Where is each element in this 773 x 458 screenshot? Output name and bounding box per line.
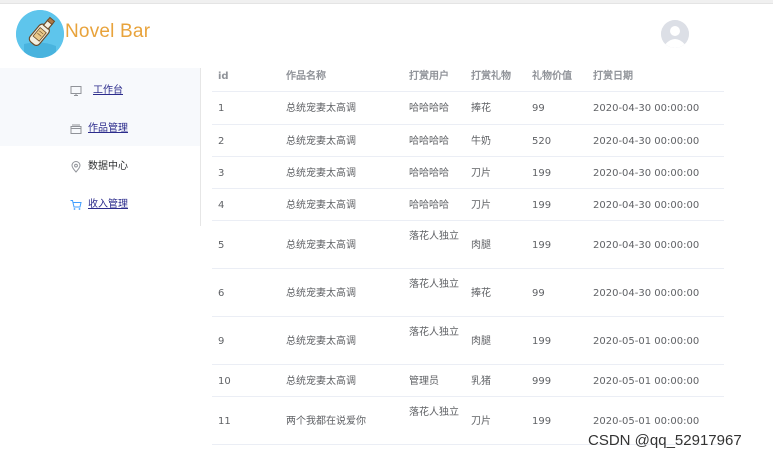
cell-work-name: 总统宠妻太高调 <box>286 168 356 179</box>
sidebar-item-label: 数据中心 <box>88 161 128 172</box>
cell-date: 2020-04-30 00:00:00 <box>593 200 700 211</box>
cell-gift-value: 199 <box>532 336 552 347</box>
cell-gift: 肉腿 <box>471 336 491 347</box>
cell-gift: 肉腿 <box>471 240 491 251</box>
cell-work-name: 总统宠妻太高调 <box>286 376 356 387</box>
cell-date: 2020-04-30 00:00:00 <box>593 288 700 299</box>
cell-gift: 刀片 <box>471 200 491 211</box>
sidebar-item-works[interactable]: 作品管理 <box>0 109 200 147</box>
cell-id: 11 <box>218 416 231 427</box>
column-header-work-name[interactable]: 作品名称 <box>286 71 326 83</box>
column-header-gift-value[interactable]: 礼物价值 <box>532 71 572 83</box>
table-row[interactable]: 5 总统宠妻太高调 落花人独立 肉腿 199 2020-04-30 00:00:… <box>212 221 724 269</box>
cell-gift-value: 199 <box>532 168 552 179</box>
cell-work-name: 总统宠妻太高调 <box>286 200 356 211</box>
cell-gift-value: 99 <box>532 103 545 114</box>
column-header-gift[interactable]: 打赏礼物 <box>471 71 511 83</box>
cell-date: 2020-04-30 00:00:00 <box>593 240 700 251</box>
cell-id: 5 <box>218 240 225 251</box>
cell-date: 2020-04-30 00:00:00 <box>593 103 700 114</box>
cell-user: 哈哈哈哈 <box>409 136 449 147</box>
cell-gift: 乳猪 <box>471 376 491 387</box>
sidebar-item-label: 作品管理 <box>88 123 128 134</box>
cell-user: 哈哈哈哈 <box>409 200 449 211</box>
cell-date: 2020-04-30 00:00:00 <box>593 136 700 147</box>
cell-work-name: 总统宠妻太高调 <box>286 103 356 114</box>
cell-gift-value: 199 <box>532 416 552 427</box>
cell-user: 管理员 <box>409 376 439 387</box>
cell-work-name: 总统宠妻太高调 <box>286 288 356 299</box>
cell-user: 落花人独立 <box>409 407 459 418</box>
cell-id: 10 <box>218 376 231 387</box>
table-row[interactable]: 1 总统宠妻太高调 哈哈哈哈 捧花 99 2020-04-30 00:00:00 <box>212 92 724 125</box>
cell-gift-value: 999 <box>532 376 552 387</box>
cell-gift: 刀片 <box>471 168 491 179</box>
sidebar: 工作台 作品管理 数据中心 收入管理 <box>0 68 201 226</box>
cell-user: 落花人独立 <box>409 279 459 290</box>
table-row[interactable]: 6 总统宠妻太高调 落花人独立 捧花 99 2020-04-30 00:00:0… <box>212 269 724 317</box>
bottle-logo-icon[interactable] <box>16 10 64 58</box>
sidebar-item-label: 收入管理 <box>88 199 128 210</box>
sidebar-item-workbench[interactable]: 工作台 <box>0 71 200 109</box>
table-row[interactable]: 10 总统宠妻太高调 管理员 乳猪 999 2020-05-01 00:00:0… <box>212 365 724 397</box>
cell-work-name: 两个我都在说爱你 <box>286 416 366 427</box>
watermark: CSDN @qq_52917967 <box>588 432 742 449</box>
cell-id: 1 <box>218 103 225 114</box>
cell-date: 2020-05-01 00:00:00 <box>593 376 700 387</box>
cell-date: 2020-05-01 00:00:00 <box>593 416 700 427</box>
cell-gift: 刀片 <box>471 416 491 427</box>
folder-icon <box>70 123 82 135</box>
cell-gift-value: 199 <box>532 200 552 211</box>
cell-gift: 牛奶 <box>471 136 491 147</box>
table-header: id 作品名称 打赏用户 打赏礼物 礼物价值 打赏日期 <box>212 62 724 92</box>
sidebar-item-data-center[interactable]: 数据中心 <box>0 147 200 185</box>
cell-user: 哈哈哈哈 <box>409 103 449 114</box>
table-row[interactable]: 9 总统宠妻太高调 落花人独立 肉腿 199 2020-05-01 00:00:… <box>212 317 724 365</box>
cell-date: 2020-05-01 00:00:00 <box>593 336 700 347</box>
cell-gift-value: 520 <box>532 136 552 147</box>
cell-gift-value: 199 <box>532 240 552 251</box>
cell-gift: 捧花 <box>471 288 491 299</box>
column-header-id[interactable]: id <box>218 71 229 83</box>
cell-user: 哈哈哈哈 <box>409 168 449 179</box>
location-icon <box>70 161 82 173</box>
cell-user: 落花人独立 <box>409 327 459 338</box>
cell-work-name: 总统宠妻太高调 <box>286 240 356 251</box>
cell-date: 2020-04-30 00:00:00 <box>593 168 700 179</box>
column-header-date[interactable]: 打赏日期 <box>593 71 633 83</box>
cell-id: 4 <box>218 200 225 211</box>
cell-id: 9 <box>218 336 225 347</box>
brand-title: Novel Bar <box>65 21 151 42</box>
table-row[interactable]: 4 总统宠妻太高调 哈哈哈哈 刀片 199 2020-04-30 00:00:0… <box>212 189 724 221</box>
cell-id: 6 <box>218 288 225 299</box>
monitor-icon <box>70 85 82 97</box>
table-row[interactable]: 3 总统宠妻太高调 哈哈哈哈 刀片 199 2020-04-30 00:00:0… <box>212 157 724 189</box>
table-row[interactable]: 2 总统宠妻太高调 哈哈哈哈 牛奶 520 2020-04-30 00:00:0… <box>212 125 724 157</box>
column-header-user[interactable]: 打赏用户 <box>409 71 449 83</box>
cell-gift: 捧花 <box>471 103 491 114</box>
sidebar-item-label: 工作台 <box>93 85 123 96</box>
cell-id: 3 <box>218 168 225 179</box>
cell-work-name: 总统宠妻太高调 <box>286 336 356 347</box>
sidebar-item-income[interactable]: 收入管理 <box>0 185 200 223</box>
user-avatar-icon[interactable] <box>661 20 689 48</box>
cart-icon <box>70 199 82 211</box>
cell-id: 2 <box>218 136 225 147</box>
top-border <box>0 0 773 4</box>
cell-gift-value: 99 <box>532 288 545 299</box>
cell-user: 落花人独立 <box>409 231 459 242</box>
cell-work-name: 总统宠妻太高调 <box>286 136 356 147</box>
